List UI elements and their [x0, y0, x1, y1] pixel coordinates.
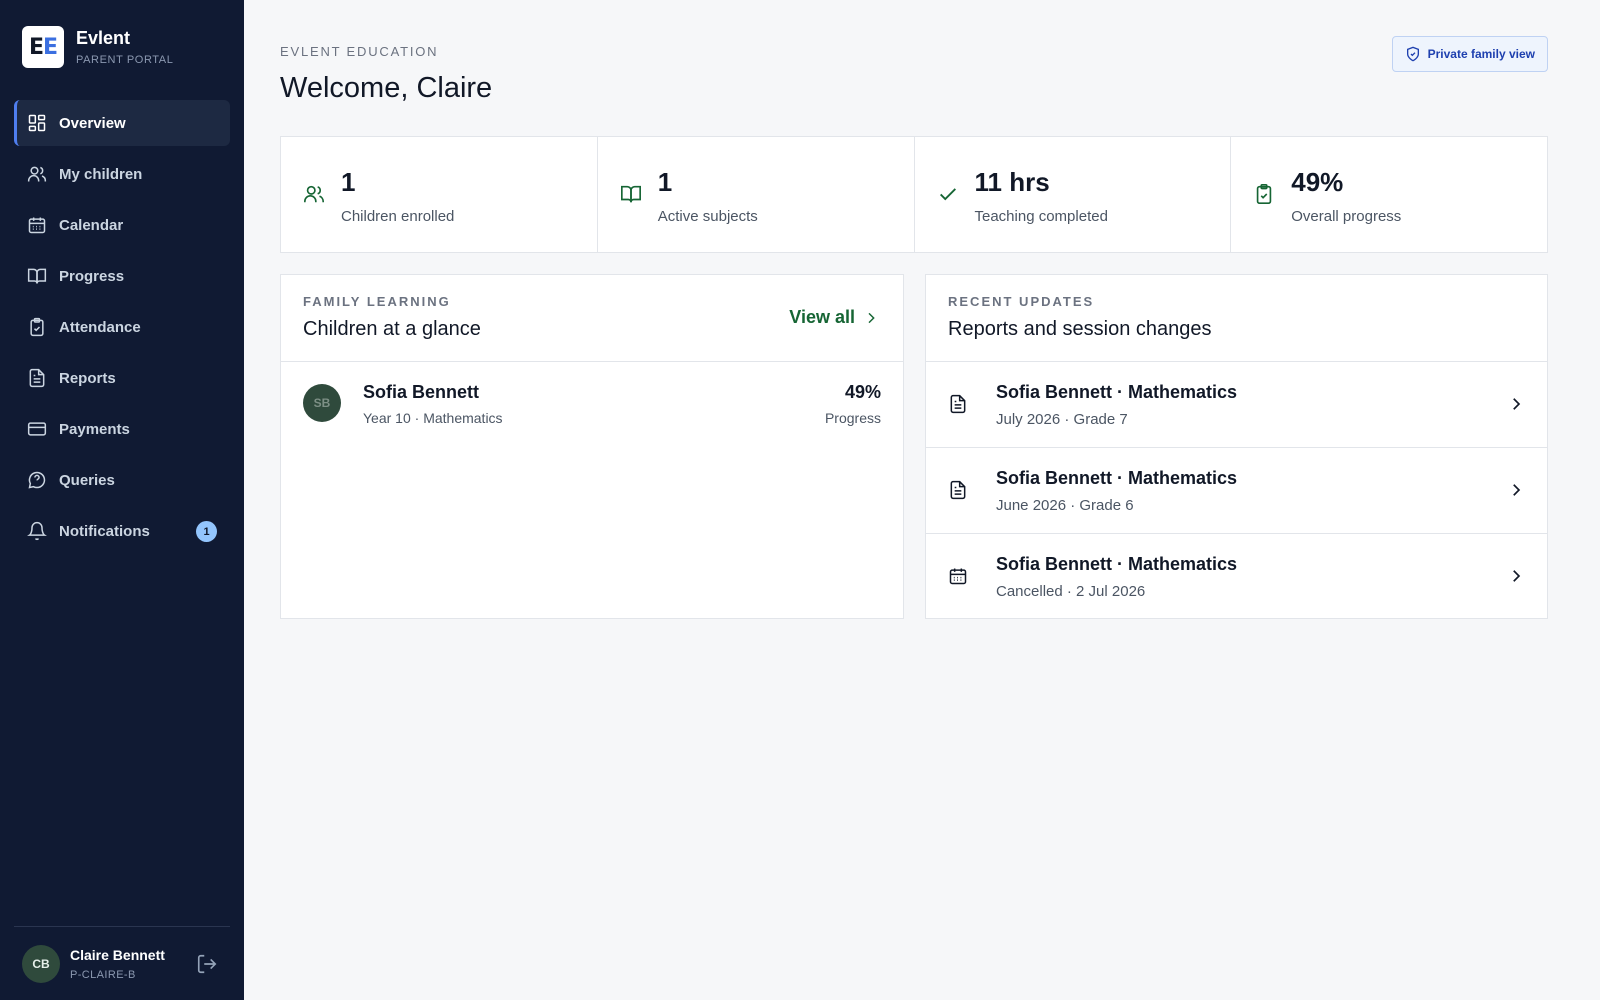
update-item[interactable]: Sofia Bennett · Mathematics June 2026 · …	[926, 448, 1547, 534]
credit-card-icon	[27, 422, 47, 436]
update-detail: Cancelled · 2 Jul 2026	[996, 583, 1146, 600]
notification-count-badge: 1	[196, 521, 217, 542]
users-icon	[27, 166, 47, 182]
stat-value: 11 hrs	[974, 167, 1050, 197]
view-all-link[interactable]: View all	[789, 307, 879, 328]
sidebar-item-label: My children	[59, 165, 143, 183]
sidebar-nav: Overview My children Calendar Progress A…	[14, 100, 230, 559]
sidebar-item-label: Overview	[59, 114, 126, 132]
chevron-right-icon	[1513, 398, 1521, 410]
child-avatar: SB	[303, 384, 341, 422]
update-title: Sofia Bennett · Mathematics	[996, 468, 1238, 488]
child-row[interactable]: SB Sofia Bennett Year 10 · Mathematics 4…	[281, 362, 903, 446]
sidebar-item-payments[interactable]: Payments	[14, 406, 230, 452]
book-icon	[620, 185, 641, 203]
stat-teaching-completed: 11 hrs Teaching completed	[915, 137, 1232, 252]
child-detail: Year 10 · Mathematics	[363, 410, 503, 426]
stat-label: Teaching completed	[974, 208, 1108, 225]
chevron-right-icon	[1513, 484, 1521, 496]
sidebar-item-progress[interactable]: Progress	[14, 253, 230, 299]
update-item[interactable]: Sofia Bennett · Mathematics July 2026 · …	[926, 362, 1547, 448]
calendar-icon	[28, 217, 46, 234]
help-circle-icon	[28, 471, 46, 489]
card-title: Children at a glance	[303, 318, 481, 340]
logout-icon[interactable]	[196, 953, 218, 975]
stat-value: 1	[657, 167, 673, 197]
user-name: Claire Bennett	[70, 946, 165, 963]
sidebar-item-label: Progress	[59, 267, 125, 285]
private-family-view-button[interactable]: Private family view	[1391, 36, 1548, 72]
calendar-icon	[949, 568, 967, 585]
avatar: CB	[22, 944, 60, 983]
card-kicker: RECENT UPDATES	[948, 294, 1095, 309]
logo: EE	[22, 26, 64, 68]
book-icon	[27, 268, 47, 284]
updates-card: RECENT UPDATES Reports and session chang…	[925, 274, 1548, 619]
chevron-right-icon	[1513, 570, 1521, 582]
update-detail: June 2026 · Grade 6	[996, 497, 1134, 514]
logo-letter-right: E	[43, 34, 58, 60]
logo-letter-left: E	[28, 34, 44, 60]
sidebar-item-label: Calendar	[59, 216, 124, 234]
document-icon	[950, 394, 966, 414]
chevron-right-icon	[868, 312, 875, 323]
update-detail: July 2026 · Grade 7	[996, 411, 1128, 428]
child-name: Sofia Bennett	[363, 382, 480, 402]
grid-icon	[28, 114, 46, 132]
stat-active-subjects: 1 Active subjects	[598, 137, 915, 252]
sidebar: EE Evlent PARENT PORTAL Overview My chil…	[0, 0, 244, 1000]
user-profile: CB Claire Bennett P-CLAIRE-B	[14, 926, 230, 1000]
users-icon	[304, 185, 324, 203]
check-icon	[939, 188, 956, 201]
document-icon	[29, 368, 45, 388]
update-title: Sofia Bennett · Mathematics	[996, 554, 1238, 574]
sidebar-item-label: Queries	[59, 471, 115, 489]
stat-label: Active subjects	[657, 208, 758, 225]
children-card-header: FAMILY LEARNING Children at a glance Vie…	[281, 275, 903, 362]
view-all-label: View all	[789, 307, 855, 327]
stat-value: 49%	[1291, 167, 1344, 197]
stats-bar: 1 Children enrolled 1 Active subjects 11…	[280, 136, 1548, 253]
sidebar-item-label: Payments	[59, 420, 130, 438]
sidebar-item-my-children[interactable]: My children	[14, 151, 230, 197]
child-progress-label: Progress	[824, 410, 881, 426]
sidebar-item-label: Attendance	[59, 318, 141, 336]
brand-name: Evlent	[76, 28, 131, 48]
stat-value: 1	[341, 167, 356, 197]
clipboard-check-icon	[30, 317, 44, 337]
sidebar-item-queries[interactable]: Queries	[14, 457, 230, 503]
sidebar-item-label: Notifications	[59, 522, 150, 540]
stat-overall-progress: 49% Overall progress	[1231, 137, 1547, 252]
brand-subtitle: PARENT PORTAL	[76, 54, 174, 66]
card-kicker: FAMILY LEARNING	[303, 294, 451, 309]
sidebar-item-notifications[interactable]: Notifications 1	[14, 508, 230, 554]
updates-card-header: RECENT UPDATES Reports and session chang…	[926, 275, 1547, 362]
card-title: Reports and session changes	[948, 318, 1212, 340]
sidebar-item-overview[interactable]: Overview	[14, 100, 230, 146]
stat-children-enrolled: 1 Children enrolled	[281, 137, 598, 252]
document-icon	[950, 480, 966, 500]
clipboard-check-icon	[1257, 184, 1272, 204]
page-title: Welcome, Claire	[280, 72, 493, 104]
sidebar-item-calendar[interactable]: Calendar	[14, 202, 230, 248]
children-card: FAMILY LEARNING Children at a glance Vie…	[280, 274, 904, 619]
sidebar-item-attendance[interactable]: Attendance	[14, 304, 230, 350]
stat-label: Overall progress	[1291, 208, 1402, 225]
private-family-view-label: Private family view	[1427, 47, 1535, 61]
sidebar-item-reports[interactable]: Reports	[14, 355, 230, 401]
shield-check-icon	[1406, 46, 1419, 62]
child-progress-value: 49%	[844, 382, 881, 402]
sidebar-item-label: Reports	[59, 369, 116, 387]
bell-icon	[27, 521, 47, 541]
stat-label: Children enrolled	[341, 208, 455, 225]
update-item[interactable]: Sofia Bennett · Mathematics Cancelled · …	[926, 534, 1547, 620]
page-kicker: EVLENT EDUCATION	[280, 44, 439, 59]
brand[interactable]: EE Evlent PARENT PORTAL	[22, 26, 173, 68]
user-id: P-CLAIRE-B	[70, 968, 136, 981]
update-title: Sofia Bennett · Mathematics	[996, 382, 1238, 402]
